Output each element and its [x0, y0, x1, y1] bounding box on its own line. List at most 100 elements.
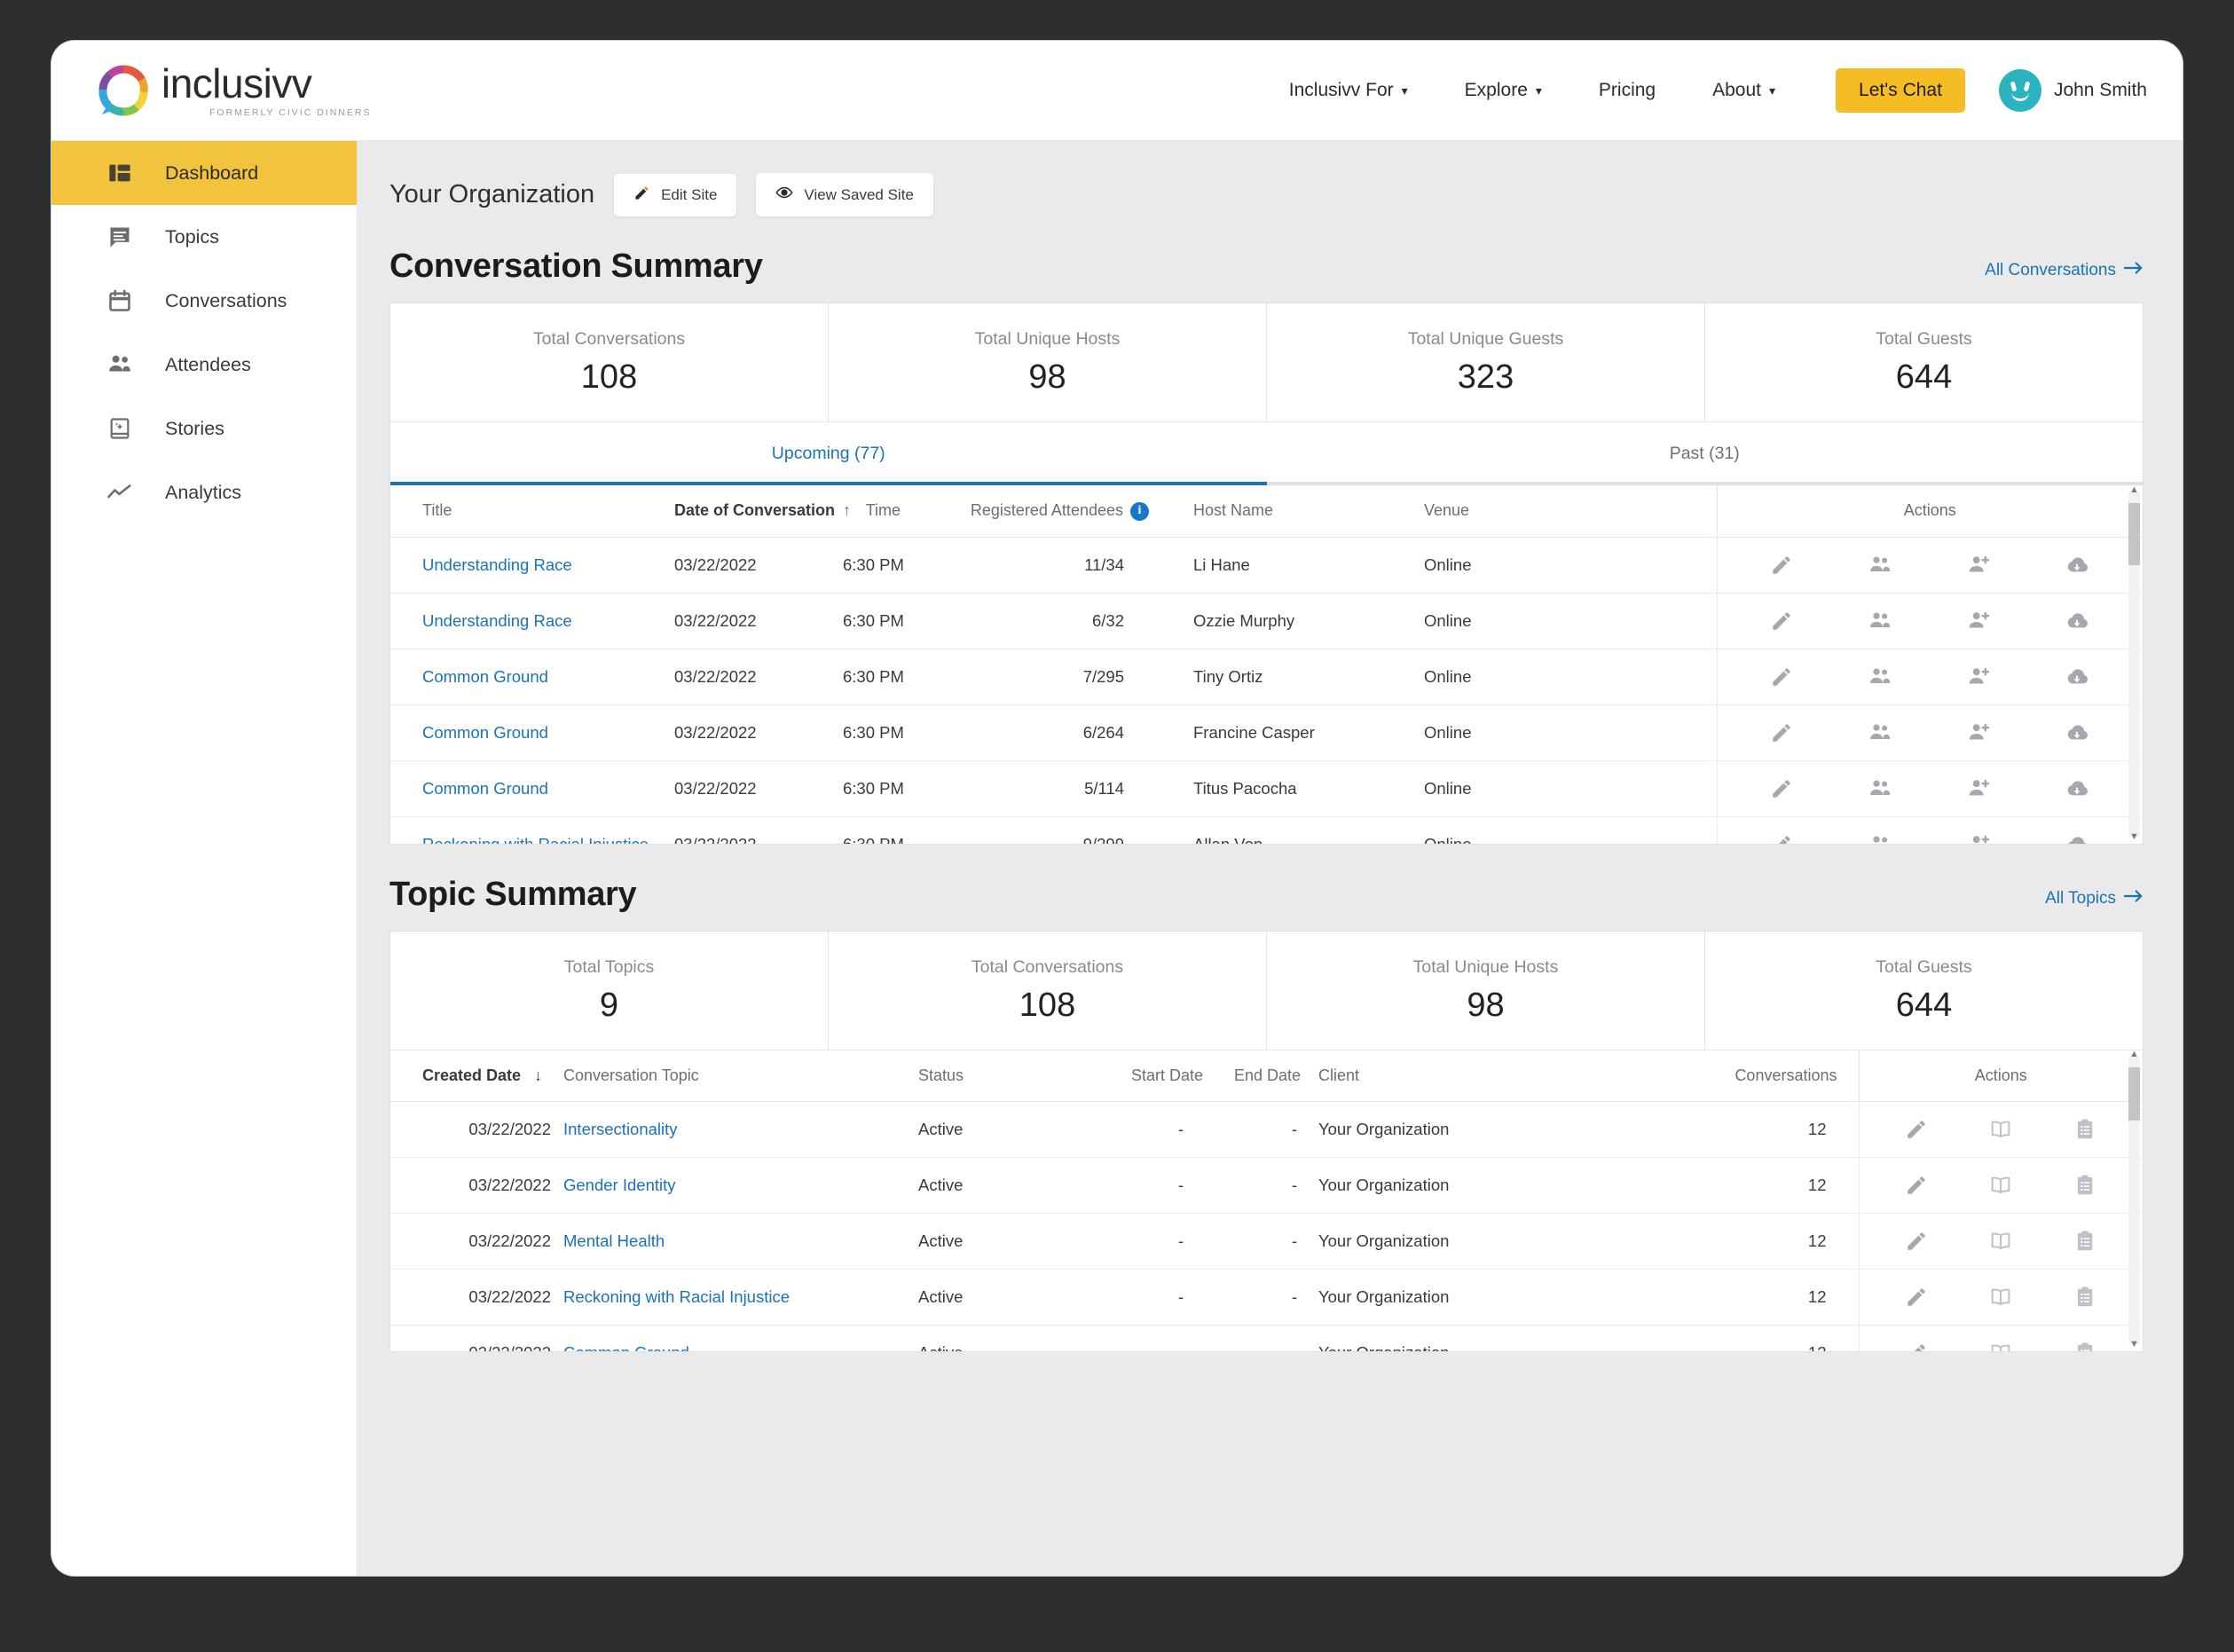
person-add-icon[interactable] — [1966, 720, 1991, 745]
table-row[interactable]: Understanding Race 03/22/2022 6:30 PM 11/34… — [390, 536, 2143, 594]
col-host-name[interactable]: Host Name — [1158, 485, 1424, 538]
table-row[interactable]: Common Ground 03/22/2022 6:30 PM 6/264 Franc… — [390, 704, 2143, 761]
table-row[interactable]: 03/22/2022Common GroundActive--Your Orga… — [390, 1325, 2143, 1351]
sidebar-item-stories[interactable]: Stories — [51, 397, 357, 460]
cloud-download-icon[interactable] — [2065, 776, 2089, 801]
topic-table-scroll[interactable]: Created Date ↓ Conversation Topic Status… — [390, 1050, 2143, 1351]
table-row[interactable]: 03/22/2022 Intersectionality Active - - Your … — [390, 1101, 2143, 1158]
lets-chat-button[interactable]: Let's Chat — [1836, 68, 1965, 113]
sidebar-item-conversations[interactable]: Conversations — [51, 269, 357, 333]
nav-item-explore[interactable]: Explore ▾ — [1436, 80, 1570, 101]
table-row[interactable]: 03/22/2022 Gender Identity Active - - Your Or… — [390, 1157, 2143, 1214]
col-start-date[interactable]: Start Date — [1060, 1050, 1207, 1102]
col-status[interactable]: Status — [918, 1050, 1060, 1102]
cloud-download-icon[interactable] — [2065, 832, 2089, 844]
topic-name-link[interactable]: Reckoning with Racial Injustice — [563, 1287, 790, 1306]
brand-logo[interactable]: inclusivv FORMERLY CIVIC DINNERS — [96, 63, 371, 118]
people-icon[interactable] — [1868, 665, 1892, 689]
conversation-title-link[interactable]: Common Ground — [422, 779, 548, 798]
cloud-download-icon[interactable] — [2065, 609, 2089, 633]
tab-upcoming[interactable]: Upcoming (77) — [390, 422, 1267, 485]
people-icon[interactable] — [1868, 832, 1892, 844]
all-conversations-link[interactable]: All Conversations — [1985, 261, 2144, 286]
col-conversations[interactable]: Conversations — [1677, 1050, 1859, 1102]
edit-icon[interactable] — [1770, 610, 1793, 633]
col-date-of-conversation[interactable]: Date of Conversation — [674, 485, 843, 538]
topic-table-scrollbar[interactable]: ▲ ▼ — [2128, 1050, 2140, 1349]
col-title[interactable]: Title — [390, 485, 674, 538]
edit-icon[interactable] — [1770, 777, 1793, 800]
clipboard-list-icon[interactable] — [2073, 1286, 2096, 1309]
col-registered-attendees[interactable]: Registered Attendees i — [954, 485, 1158, 538]
sidebar-item-analytics[interactable]: Analytics — [51, 460, 357, 524]
person-add-icon[interactable] — [1966, 776, 1991, 801]
table-row[interactable]: 03/22/2022 Mental Health Active - - Your Orga… — [390, 1213, 2143, 1270]
edit-site-button[interactable]: Edit Site — [614, 173, 737, 216]
edit-icon[interactable] — [1905, 1174, 1928, 1197]
topic-name-link[interactable]: Gender Identity — [563, 1176, 676, 1194]
col-time[interactable]: ↑ Time — [843, 485, 954, 538]
col-venue[interactable]: Venue — [1424, 485, 1717, 538]
edit-icon[interactable] — [1905, 1341, 1928, 1351]
scroll-down-icon[interactable]: ▼ — [2128, 832, 2140, 844]
person-add-icon[interactable] — [1966, 832, 1991, 844]
clipboard-list-icon[interactable] — [2073, 1118, 2096, 1141]
table-row[interactable]: Reckoning with Racial Injustice 03/22/202… — [390, 815, 2143, 844]
col-conversation-topic[interactable]: Conversation Topic — [563, 1050, 918, 1102]
book-icon[interactable] — [1988, 1117, 2013, 1142]
people-icon[interactable] — [1868, 553, 1892, 578]
person-add-icon[interactable] — [1966, 609, 1991, 633]
clipboard-list-icon[interactable] — [2073, 1341, 2096, 1351]
person-add-icon[interactable] — [1966, 665, 1991, 689]
scrollbar-thumb[interactable] — [2128, 1067, 2140, 1121]
nav-item-inclusivv-for[interactable]: Inclusivv For ▾ — [1261, 80, 1436, 101]
sidebar-item-attendees[interactable]: Attendees — [51, 333, 357, 397]
conversation-table-scroll[interactable]: Title Date of Conversation ↑ Time Regist… — [390, 485, 2143, 844]
book-icon[interactable] — [1988, 1285, 2013, 1310]
people-icon[interactable] — [1868, 609, 1892, 633]
scroll-up-icon[interactable]: ▲ — [2128, 1050, 2140, 1061]
info-icon[interactable]: i — [1130, 501, 1149, 521]
edit-icon[interactable] — [1905, 1118, 1928, 1141]
edit-icon[interactable] — [1770, 721, 1793, 744]
edit-icon[interactable] — [1905, 1286, 1928, 1309]
scroll-up-icon[interactable]: ▲ — [2128, 485, 2140, 497]
view-saved-site-button[interactable]: View Saved Site — [756, 173, 933, 216]
col-client[interactable]: Client — [1304, 1050, 1677, 1102]
edit-icon[interactable] — [1770, 554, 1793, 577]
conversation-title-link[interactable]: Common Ground — [422, 667, 548, 686]
tab-past[interactable]: Past (31) — [1266, 422, 2143, 485]
topic-name-link[interactable]: Mental Health — [563, 1231, 665, 1250]
conversation-title-link[interactable]: Understanding Race — [422, 555, 572, 574]
conversation-title-link[interactable]: Reckoning with Racial Injustice — [422, 835, 649, 844]
user-menu[interactable]: John Smith — [1998, 69, 2147, 112]
people-icon[interactable] — [1868, 720, 1892, 745]
all-topics-link[interactable]: All Topics — [2045, 889, 2144, 914]
conversation-title-link[interactable]: Common Ground — [422, 723, 548, 742]
table-row[interactable]: 03/22/2022 Reckoning with Racial Injustic… — [390, 1269, 2143, 1326]
person-add-icon[interactable] — [1966, 553, 1991, 578]
table-row[interactable]: Understanding Race 03/22/2022 6:30 PM 6/32 O… — [390, 592, 2143, 649]
clipboard-list-icon[interactable] — [2073, 1230, 2096, 1253]
col-created-date[interactable]: Created Date ↓ — [390, 1050, 563, 1102]
table-row[interactable]: Common Ground 03/22/2022 6:30 PM 5/114 Titus… — [390, 759, 2143, 817]
edit-icon[interactable] — [1770, 833, 1793, 844]
conversation-table-scrollbar[interactable]: ▲ ▼ — [2128, 485, 2140, 842]
topic-name-link[interactable]: Intersectionality — [563, 1120, 678, 1138]
scroll-down-icon[interactable]: ▼ — [2128, 1340, 2140, 1351]
cloud-download-icon[interactable] — [2065, 665, 2089, 689]
cloud-download-icon[interactable] — [2065, 720, 2089, 745]
table-row[interactable]: Common Ground 03/22/2022 6:30 PM 7/295 Tiny … — [390, 648, 2143, 705]
edit-icon[interactable] — [1770, 665, 1793, 688]
nav-item-pricing[interactable]: Pricing — [1570, 80, 1684, 101]
book-icon[interactable] — [1988, 1173, 2013, 1198]
topic-name-link[interactable]: Common Ground — [563, 1343, 689, 1351]
book-icon[interactable] — [1988, 1229, 2013, 1254]
scrollbar-thumb[interactable] — [2128, 503, 2140, 565]
sidebar-item-topics[interactable]: Topics — [51, 205, 357, 269]
edit-icon[interactable] — [1905, 1230, 1928, 1253]
book-icon[interactable] — [1988, 1341, 2013, 1351]
sidebar-item-dashboard[interactable]: Dashboard — [51, 141, 357, 205]
conversation-title-link[interactable]: Understanding Race — [422, 611, 572, 630]
col-end-date[interactable]: End Date — [1207, 1050, 1304, 1102]
